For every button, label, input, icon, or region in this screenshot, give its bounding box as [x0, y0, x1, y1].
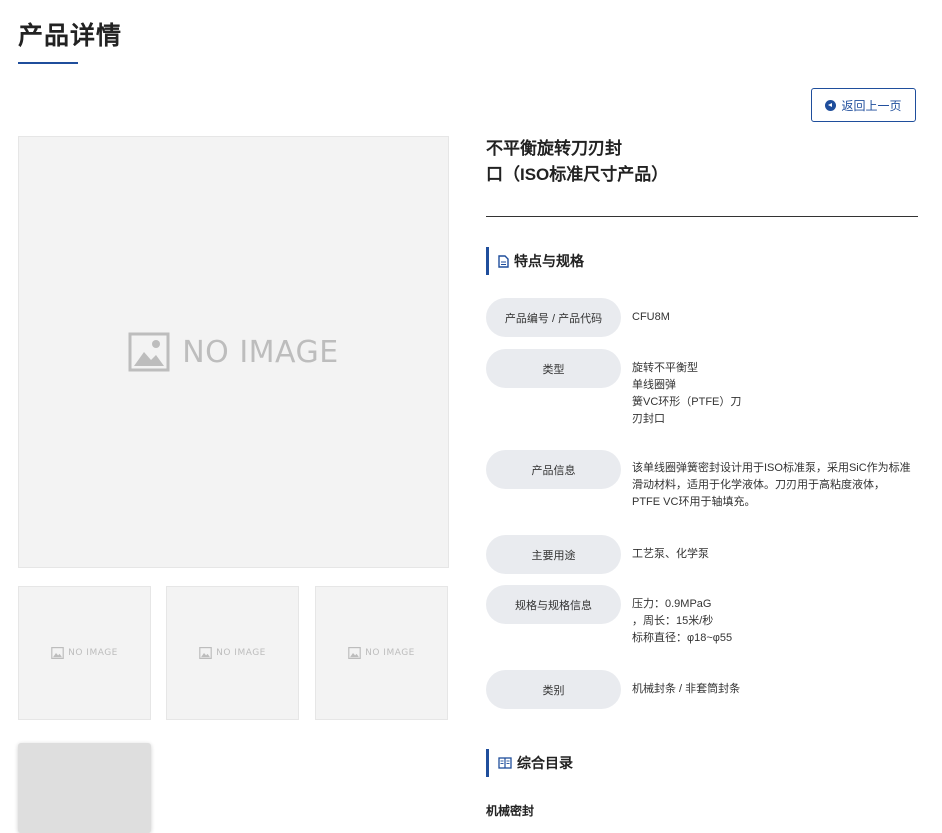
image-placeholder-icon — [128, 332, 170, 372]
thumbnail-4[interactable] — [18, 743, 151, 833]
no-image-text: NO IMAGE — [365, 648, 415, 658]
features-section-header: 特点与规格 — [486, 247, 584, 275]
no-image-text: NO IMAGE — [68, 648, 118, 658]
spec-value-specifications: 压力：0.9MPaG ，周长：15米/秒 标称直径：φ18~φ55 — [632, 596, 916, 647]
section-accent-bar — [486, 247, 489, 275]
main-product-image: NO IMAGE — [18, 136, 449, 568]
spec-label-product-code: 产品编号 / 产品代码 — [486, 298, 621, 337]
image-placeholder-icon — [199, 647, 212, 659]
spec-value-category: 机械封条 / 非套筒封条 — [632, 681, 916, 698]
thumbnail-1[interactable]: NO IMAGE — [18, 586, 151, 720]
spec-label-product-info: 产品信息 — [486, 450, 621, 489]
book-icon — [498, 757, 512, 769]
spec-value-line: PTFE VC环用于轴填充。 — [632, 496, 756, 508]
arrow-left-circle-icon — [825, 99, 837, 111]
catalog-section-header: 综合目录 — [486, 749, 573, 777]
image-placeholder-icon — [51, 647, 64, 659]
spec-value-product-code: CFU8M — [632, 309, 916, 326]
features-section-title: 特点与规格 — [514, 253, 584, 269]
back-button[interactable]: 返回上一页 — [811, 88, 916, 122]
section-accent-bar — [486, 749, 489, 777]
spec-value-line: CFU8M — [632, 311, 670, 323]
spec-value-line: 旋转不平衡型 — [632, 362, 698, 374]
spec-value-main-uses: 工艺泵、化学泵 — [632, 546, 916, 563]
spec-value-type: 旋转不平衡型 单线圈弹 簧VC环形（PTFE）刀 刃封口 — [632, 360, 916, 428]
catalog-item-mechanical-seal[interactable]: 机械密封 — [486, 802, 534, 819]
title-divider — [486, 216, 918, 217]
product-title-line2: 口（ISO标准尺寸产品） — [486, 165, 669, 184]
thumbnail-2[interactable]: NO IMAGE — [166, 586, 299, 720]
spec-value-product-info: 该单线圈弹簧密封设计用于ISO标准泵，采用SiC作为标准 滑动材料，适用于化学液… — [632, 460, 916, 511]
spec-value-line: 簧VC环形（PTFE）刀 — [632, 396, 742, 408]
spec-label-category: 类别 — [486, 670, 621, 709]
no-image-text: NO IMAGE — [216, 648, 266, 658]
spec-value-line: 该单线圈弹簧密封设计用于ISO标准泵，采用SiC作为标准 — [632, 462, 911, 474]
spec-value-line: 滑动材料，适用于化学液体。刀刃用于高粘度液体， — [632, 479, 885, 491]
spec-value-line: 刃封口 — [632, 413, 665, 425]
document-icon — [498, 254, 509, 268]
spec-value-line: ，周长：15米/秒 — [632, 615, 714, 627]
no-image-text: NO IMAGE — [182, 334, 339, 370]
spec-value-line: 标称直径：φ18~φ55 — [632, 632, 733, 644]
image-placeholder-icon — [348, 647, 361, 659]
spec-value-line: 工艺泵、化学泵 — [632, 548, 709, 560]
spec-label-type: 类型 — [486, 349, 621, 388]
product-title-line1: 不平衡旋转刀刃封 — [486, 139, 622, 158]
thumbnail-3[interactable]: NO IMAGE — [315, 586, 448, 720]
spec-value-line: 压力：0.9MPaG — [632, 598, 712, 610]
spec-label-main-uses: 主要用途 — [486, 535, 621, 574]
product-title: 不平衡旋转刀刃封 口（ISO标准尺寸产品） — [486, 136, 686, 188]
catalog-section-title: 综合目录 — [517, 755, 573, 771]
back-button-label: 返回上一页 — [841, 98, 902, 113]
spec-label-specifications: 规格与规格信息 — [486, 585, 621, 624]
page-title: 产品详情 — [18, 22, 123, 50]
spec-value-line: 机械封条 / 非套筒封条 — [632, 683, 741, 695]
spec-value-line: 单线圈弹 — [632, 379, 676, 391]
title-underline — [18, 62, 78, 64]
